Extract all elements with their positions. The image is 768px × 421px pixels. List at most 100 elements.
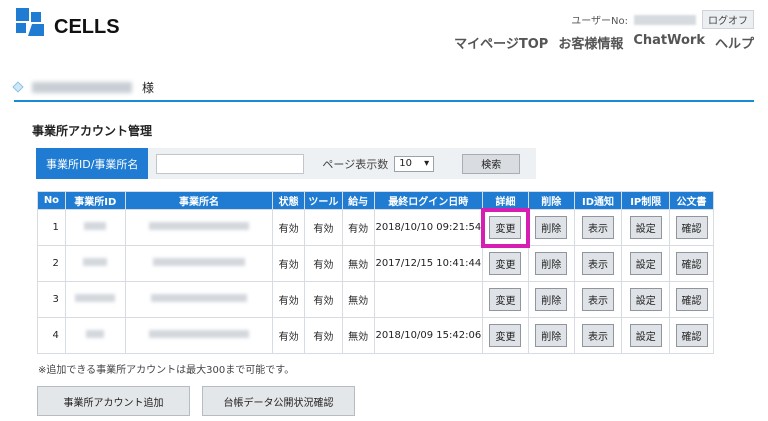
office-name-redacted: [124, 281, 274, 318]
ip-cell: 設定: [621, 245, 671, 282]
search-label: 事業所ID/事業所名: [36, 148, 149, 179]
row-last-login: [373, 281, 484, 318]
customer-name-redacted: [32, 81, 132, 93]
user-area: ユーザーNo: ログオフ: [571, 10, 754, 29]
page-title: 事業所アカウント管理: [32, 124, 153, 138]
row-salary: 有効: [341, 209, 375, 246]
nav-chatwork[interactable]: ChatWork: [633, 33, 705, 52]
col-id-notify: ID通知: [573, 191, 623, 210]
office-id-redacted: [64, 281, 126, 318]
col-office-id: 事業所ID: [64, 191, 126, 210]
show-id-button[interactable]: 表示: [581, 252, 614, 275]
detail-cell: 変更: [482, 317, 529, 354]
ip-settings-button[interactable]: 設定: [629, 324, 662, 347]
customer-name-area: 様: [12, 72, 155, 102]
customer-honorific: 様: [142, 80, 155, 95]
table-row: 2 有効 有効 無効 2017/12/15 10:41:44 変更 削除 表示 …: [37, 245, 714, 282]
office-name-redacted: [124, 317, 274, 354]
delete-cell: 削除: [527, 209, 575, 246]
chevron-down-icon: ▾: [424, 158, 430, 169]
col-salary: 給与: [341, 191, 375, 210]
doc-cell: 確認: [669, 317, 714, 354]
document-confirm-button[interactable]: 確認: [675, 216, 708, 239]
col-last-login: 最終ログイン日時: [373, 191, 484, 210]
table-row: 4 有効 有効 無効 2018/10/09 15:42:06 変更 削除 表示 …: [37, 317, 714, 354]
cells-logo[interactable]: CELLS: [14, 6, 144, 42]
document-confirm-button[interactable]: 確認: [675, 324, 708, 347]
doc-cell: 確認: [669, 209, 714, 246]
row-no: 2: [37, 245, 66, 282]
office-name-redacted: [124, 209, 274, 246]
delete-button[interactable]: 削除: [535, 216, 568, 239]
header-divider: [14, 100, 754, 102]
document-confirm-button[interactable]: 確認: [675, 288, 708, 311]
col-ip-limit: IP制限: [621, 191, 671, 210]
change-button[interactable]: 変更: [489, 252, 522, 275]
search-button[interactable]: 検索: [462, 153, 521, 174]
row-salary: 無効: [341, 281, 375, 318]
nav-help[interactable]: ヘルプ: [715, 33, 754, 52]
main-nav: マイページTOP お客様情報 ChatWork ヘルプ: [454, 33, 754, 52]
delete-button[interactable]: 削除: [535, 252, 568, 275]
delete-button[interactable]: 削除: [535, 324, 568, 347]
office-id-redacted: [64, 209, 126, 246]
logo-text: CELLS: [54, 16, 120, 38]
account-limit-note: ※追加できる事業所アカウントは最大300まで可能です。: [38, 365, 295, 376]
col-detail: 詳細: [482, 191, 529, 210]
notify-cell: 表示: [573, 317, 623, 354]
ip-settings-button[interactable]: 設定: [629, 288, 662, 311]
notify-cell: 表示: [573, 281, 623, 318]
col-tool: ツール: [304, 191, 343, 210]
col-status: 状態: [272, 191, 306, 210]
ip-settings-button[interactable]: 設定: [629, 216, 662, 239]
detail-cell-highlighted: 変更: [480, 207, 531, 248]
doc-cell: 確認: [669, 245, 714, 282]
office-id-redacted: [64, 317, 126, 354]
col-no: No: [37, 191, 66, 210]
row-no: 3: [37, 281, 66, 318]
show-id-button[interactable]: 表示: [581, 324, 614, 347]
row-tool: 有効: [304, 317, 343, 354]
add-office-account-button[interactable]: 事業所アカウント追加: [37, 386, 190, 416]
row-status: 有効: [272, 209, 306, 246]
col-delete: 削除: [527, 191, 575, 210]
ip-cell: 設定: [621, 281, 671, 318]
row-salary: 無効: [341, 317, 375, 354]
row-status: 有効: [272, 281, 306, 318]
change-button[interactable]: 変更: [489, 324, 522, 347]
row-status: 有効: [272, 317, 306, 354]
show-id-button[interactable]: 表示: [581, 288, 614, 311]
row-no: 1: [37, 209, 66, 246]
ip-cell: 設定: [621, 209, 671, 246]
change-button[interactable]: 変更: [489, 288, 522, 311]
search-bar: 事業所ID/事業所名 ページ表示数 10 ▾ 検索: [36, 148, 536, 179]
change-button[interactable]: 変更: [489, 216, 522, 239]
logout-button[interactable]: ログオフ: [702, 10, 754, 29]
document-confirm-button[interactable]: 確認: [675, 252, 708, 275]
show-id-button[interactable]: 表示: [581, 216, 614, 239]
col-office-name: 事業所名: [124, 191, 274, 210]
row-tool: 有効: [304, 281, 343, 318]
per-page-select[interactable]: 10 ▾: [394, 155, 435, 172]
row-salary: 無効: [341, 245, 375, 282]
delete-button[interactable]: 削除: [535, 288, 568, 311]
per-page-label: ページ表示数: [322, 157, 389, 171]
ledger-publish-status-button[interactable]: 台帳データ公開状況確認: [202, 386, 355, 416]
delete-cell: 削除: [527, 245, 575, 282]
notify-cell: 表示: [573, 209, 623, 246]
office-account-table: No 事業所ID 事業所名 状態 ツール 給与 最終ログイン日時 詳細 削除 I…: [37, 191, 714, 354]
delete-cell: 削除: [527, 281, 575, 318]
row-last-login: 2018/10/09 15:42:06: [373, 317, 484, 354]
bottom-actions: 事業所アカウント追加 台帳データ公開状況確認: [37, 386, 355, 416]
nav-mypage-top[interactable]: マイページTOP: [454, 33, 548, 52]
row-tool: 有効: [304, 209, 343, 246]
detail-cell: 変更: [482, 281, 529, 318]
search-input[interactable]: [156, 153, 305, 174]
nav-customer-info[interactable]: お客様情報: [558, 33, 623, 52]
ip-settings-button[interactable]: 設定: [629, 252, 662, 275]
office-name-redacted: [124, 245, 274, 282]
delete-cell: 削除: [527, 317, 575, 354]
doc-cell: 確認: [669, 281, 714, 318]
table-header-row: No 事業所ID 事業所名 状態 ツール 給与 最終ログイン日時 詳細 削除 I…: [37, 191, 714, 210]
table-row: 3 有効 有効 無効 変更 削除 表示 設定 確認: [37, 281, 714, 318]
